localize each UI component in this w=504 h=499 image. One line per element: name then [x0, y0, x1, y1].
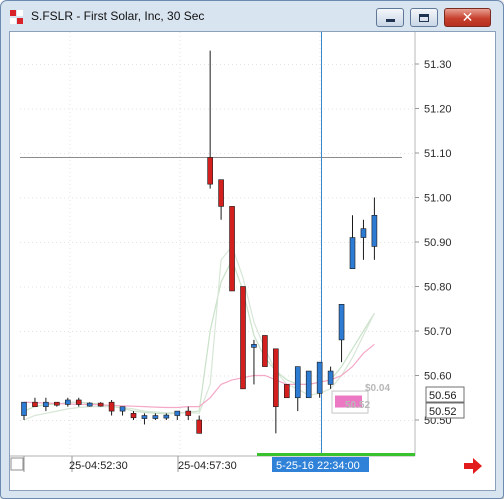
y-tick-label: 51.30 — [424, 59, 452, 71]
title-bar[interactable]: S.FSLR - First Solar, Inc, 30 Sec ✕ — [1, 1, 503, 31]
close-icon: ✕ — [461, 9, 474, 26]
candle — [305, 370, 312, 399]
close-button[interactable]: ✕ — [444, 8, 491, 27]
maximize-icon — [419, 13, 429, 22]
app-icon — [10, 10, 24, 24]
candle — [240, 286, 246, 390]
scroll-right-arrow-icon[interactable] — [461, 456, 485, 476]
axis-corner-box — [10, 457, 24, 471]
candle-body — [283, 384, 290, 399]
candle-body — [229, 206, 235, 292]
price-change-label: $0.04 — [365, 383, 390, 394]
window-title: S.FSLR - First Solar, Inc, 30 Sec — [31, 9, 205, 23]
candle-body — [262, 335, 268, 367]
time-axis[interactable]: 25-04:52:30 25-04:57:30 5-25-16 22:34:00 — [10, 453, 415, 472]
candle-body — [141, 415, 148, 419]
y-tick-label: 51.00 — [424, 193, 452, 205]
candle — [86, 402, 93, 407]
x-tick-label: 25-04:52:30 — [69, 460, 128, 472]
candle-body — [130, 413, 137, 419]
selection-price-label: 50.52 — [345, 400, 370, 411]
candle-body — [360, 228, 367, 238]
candle-body — [349, 237, 356, 270]
candle-body — [32, 401, 38, 407]
candle-body — [251, 344, 257, 348]
chart-window: S.FSLR - First Solar, Inc, 30 Sec ✕ 51.3… — [0, 0, 504, 499]
price-label: 50.56 — [429, 390, 457, 402]
candle-body — [163, 414, 170, 419]
candle-body — [273, 348, 279, 407]
candle-body — [75, 399, 82, 405]
candle-body — [218, 179, 224, 207]
x-tick-label: 25-04:57:30 — [178, 460, 237, 472]
candle-body — [86, 402, 93, 407]
candle-body — [327, 370, 334, 385]
candle-body — [196, 419, 202, 434]
candle-body — [97, 402, 104, 407]
candle-body — [119, 406, 126, 412]
y-tick-label: 50.90 — [424, 237, 452, 249]
candle — [262, 335, 268, 367]
candle-body — [54, 401, 60, 406]
candle-body — [294, 366, 301, 399]
y-tick-label: 50.70 — [424, 326, 452, 338]
candle-body — [207, 157, 213, 185]
crosshair-time-label: 5-25-16 22:34:00 — [276, 460, 360, 472]
y-tick-label: 50.60 — [424, 371, 452, 383]
candle-body — [108, 401, 115, 412]
candle-body — [152, 415, 159, 419]
candle-body — [43, 401, 49, 407]
candle-body — [64, 399, 71, 405]
candle-body — [305, 370, 312, 399]
chart-background — [10, 32, 495, 490]
session-bar — [257, 453, 415, 456]
candle-body — [21, 401, 27, 416]
candle — [97, 402, 104, 407]
minimize-icon — [385, 19, 395, 22]
y-tick-label: 51.20 — [424, 104, 452, 116]
candle-body — [316, 361, 323, 394]
chart-area[interactable]: 51.30 51.20 51.10 51.00 50.90 50.80 50.70 50.60… — [9, 31, 496, 491]
maximize-button[interactable] — [410, 8, 438, 27]
candle — [316, 361, 323, 398]
candle-body — [338, 303, 345, 341]
candlestick-chart[interactable]: 51.30 51.20 51.10 51.00 50.90 50.80 50.70 50.60… — [10, 32, 495, 490]
candle-body — [240, 286, 246, 390]
candle-body — [185, 410, 192, 416]
y-tick-label: 50.80 — [424, 282, 452, 294]
candle — [283, 384, 290, 399]
candle-body — [174, 410, 181, 416]
minimize-button[interactable] — [376, 8, 404, 27]
candle — [229, 206, 235, 292]
y-tick-label: 51.10 — [424, 148, 452, 160]
candle-body — [371, 215, 378, 247]
price-label: 50.52 — [429, 406, 457, 418]
